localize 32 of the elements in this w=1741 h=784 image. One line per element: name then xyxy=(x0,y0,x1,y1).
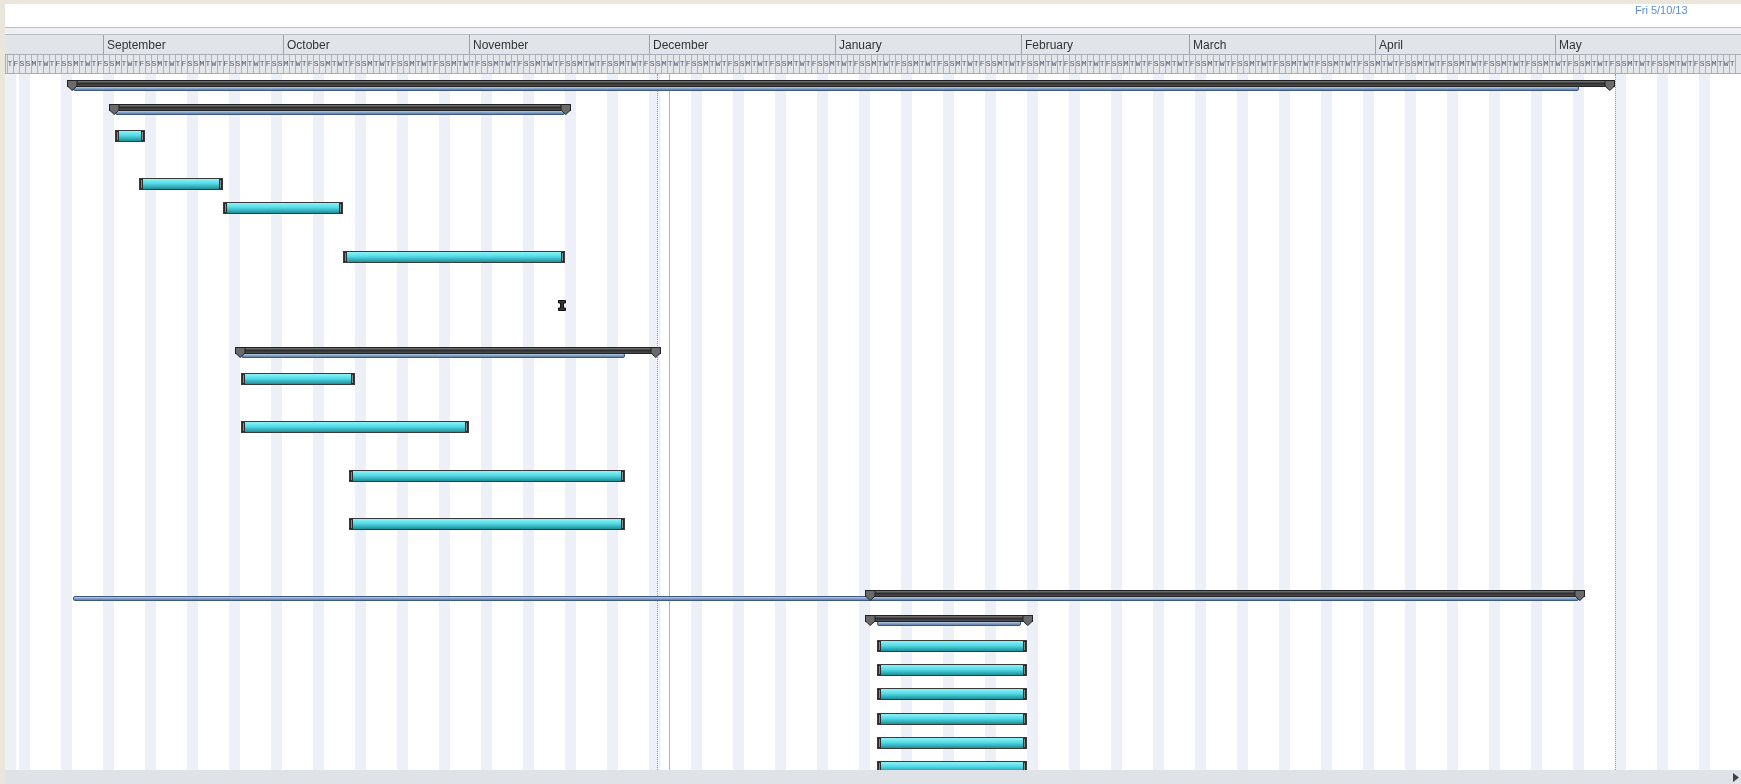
scroll-right-arrow-icon[interactable] xyxy=(1733,772,1739,782)
month-label: November xyxy=(473,38,529,52)
task-bar[interactable] xyxy=(349,469,625,482)
month-label: May xyxy=(1559,38,1582,52)
horizontal-scrollbar[interactable] xyxy=(5,770,1741,784)
month-label: December xyxy=(653,38,709,52)
summary-bar[interactable] xyxy=(865,590,1585,602)
summary-bar[interactable] xyxy=(865,614,1033,626)
task-bar[interactable] xyxy=(349,518,625,531)
finish-date-label: Fri 5/10/13 xyxy=(1635,3,1688,18)
task-bar[interactable] xyxy=(139,178,223,191)
task-bar[interactable] xyxy=(877,664,1027,677)
weekday-letters: TFSSMTWTFSSMTWTFSSMTWTFSSMTWTFSSMTWTFSSMTWTFSSMTWTFSSMTWTFSSMTWTFSSMTWTFSSMTWTFSSMTWTFSSMTWTFSSMTWTFSSMTWTFSSMTWTFSSMTWTFSSMTWTFSSMTWTFSSMTWTFSSMTWTFSSMTWTFSSMTWTFSSMTWTFSSMTWTFSSMTWTFSSMTWTFSSMTWTFSSMTWTFSSMTWTFSSMTWTFSSMTWTFSSMTWTFSSMTWTFSSMTWTFSSMTWTFSSMTWTFSSMTWTFSSMTWTFSSMTWTFSSMTWT xyxy=(7,58,1736,70)
milestone-icon[interactable] xyxy=(558,299,566,311)
task-bar[interactable] xyxy=(877,712,1027,725)
summary-bar[interactable] xyxy=(235,347,661,359)
month-label: February xyxy=(1025,38,1074,52)
task-bar[interactable] xyxy=(877,688,1027,701)
month-label: April xyxy=(1379,38,1403,52)
task-bar[interactable] xyxy=(223,202,343,215)
task-bar[interactable] xyxy=(241,372,355,385)
task-bar[interactable] xyxy=(877,737,1027,749)
month-label: September xyxy=(107,38,166,52)
month-label: January xyxy=(839,38,882,52)
month-label: March xyxy=(1193,38,1227,52)
task-bar[interactable] xyxy=(115,129,145,142)
task-bar[interactable] xyxy=(241,421,469,434)
summary-bar[interactable] xyxy=(67,80,1615,91)
task-bar[interactable] xyxy=(877,639,1027,652)
summary-bar[interactable] xyxy=(109,104,571,116)
month-label: October xyxy=(287,38,330,52)
task-bar[interactable] xyxy=(343,251,565,264)
